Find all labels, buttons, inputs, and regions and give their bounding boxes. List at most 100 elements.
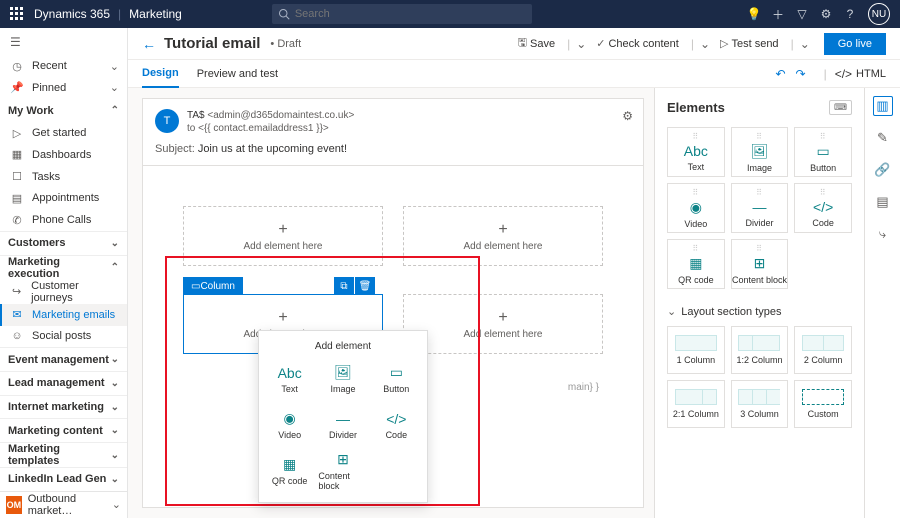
save-button[interactable]: 🖫Save: [518, 34, 555, 53]
test-send-button[interactable]: ▷Test send: [720, 37, 779, 50]
layout-section-title[interactable]: Layout section types: [667, 305, 852, 318]
html-toggle[interactable]: HTML: [856, 68, 886, 80]
layout-custom[interactable]: Custom: [794, 380, 852, 428]
nav-tasks[interactable]: ☐Tasks: [0, 166, 127, 188]
sender-avatar: T: [155, 109, 179, 133]
element-button[interactable]: ⠿▭Button: [794, 127, 852, 177]
undo-button[interactable]: ↶: [775, 67, 785, 81]
nav-recent[interactable]: ◷Recent⌄: [0, 55, 127, 77]
rail-links[interactable]: 🔗: [873, 160, 893, 180]
email-canvas[interactable]: +Add element here +Add element here ▭ Co…: [142, 166, 644, 508]
nav-customer-journeys[interactable]: ↪Customer journeys: [0, 280, 127, 304]
popup-title: Add element: [265, 341, 421, 352]
dropzone[interactable]: +Add element here: [403, 206, 603, 266]
nav-footer[interactable]: OM Outbound market… ⌄: [0, 491, 127, 518]
nav-marketing-emails[interactable]: ✉Marketing emails: [0, 304, 127, 326]
column-copy-button[interactable]: ⧉: [334, 277, 354, 295]
popup-qr[interactable]: ▦QR code: [265, 450, 314, 492]
filter-icon[interactable]: ▽: [790, 7, 814, 21]
test-dropdown[interactable]: ⌄: [800, 37, 810, 51]
dropzone[interactable]: +Add element here: [183, 206, 383, 266]
command-bar: ← Tutorial email • Draft 🖫Save |⌄ ✓Check…: [128, 28, 900, 60]
layout-21col[interactable]: 2:1 Column: [667, 380, 725, 428]
to-field[interactable]: to <{{ contact.emailaddress1 }}>: [187, 122, 354, 135]
rail-styles[interactable]: ✎: [873, 128, 893, 148]
rail-elements[interactable]: ▥: [873, 96, 893, 116]
video-icon: ◉: [690, 199, 702, 216]
layout-12col[interactable]: 1:2 Column: [731, 326, 789, 374]
nav-pinned-label: Pinned: [32, 82, 66, 94]
rail-tree[interactable]: ⤷: [873, 224, 893, 244]
popup-code[interactable]: </>Code: [372, 404, 421, 446]
layout-2col[interactable]: 2 Column: [794, 326, 852, 374]
image-icon: 🖼: [751, 143, 769, 160]
layout-3col[interactable]: 3 Column: [731, 380, 789, 428]
element-qr[interactable]: ⠿▦QR code: [667, 239, 725, 289]
nav-section-lead[interactable]: Lead management⌄: [0, 371, 127, 395]
nav-phone-calls[interactable]: ✆Phone Calls: [0, 209, 127, 231]
popup-divider[interactable]: —Divider: [318, 404, 367, 446]
divider-icon: —: [752, 199, 766, 215]
rail-layers[interactable]: ▤: [873, 192, 893, 212]
nav-section-linkedin[interactable]: LinkedIn Lead Gen⌄: [0, 467, 127, 491]
layout-1col[interactable]: 1 Column: [667, 326, 725, 374]
draft-status: • Draft: [270, 38, 301, 50]
nav-section-customers[interactable]: Customers⌄: [0, 231, 127, 255]
nav-pinned[interactable]: 📌Pinned⌄: [0, 77, 127, 99]
check-dropdown[interactable]: ⌄: [700, 37, 710, 51]
nav-section-mywork[interactable]: My Work⌃: [0, 99, 127, 123]
nav-toggle[interactable]: ☰: [0, 28, 127, 55]
back-button[interactable]: ←: [142, 36, 156, 52]
nav-dashboards[interactable]: ▦Dashboards: [0, 144, 127, 166]
check-content-button[interactable]: ✓Check content: [596, 37, 679, 50]
popup-button[interactable]: ▭Button: [372, 358, 421, 400]
element-divider[interactable]: ⠿—Divider: [731, 183, 789, 233]
tab-bar: Design Preview and test ↶ ↷ | </> HTML: [128, 60, 900, 88]
element-image[interactable]: ⠿🖼Image: [731, 127, 789, 177]
brand-divider: |: [118, 7, 121, 21]
help-icon[interactable]: ?: [838, 7, 862, 21]
column-delete-button[interactable]: 🗑: [355, 277, 375, 295]
redo-button[interactable]: ↷: [796, 67, 806, 81]
page-title: Tutorial email: [164, 35, 260, 52]
nav-footer-badge: OM: [6, 496, 22, 514]
nav-recent-label: Recent: [32, 60, 67, 72]
save-dropdown[interactable]: ⌄: [576, 37, 586, 51]
divider-icon: —: [336, 411, 350, 427]
popup-content-block[interactable]: ⊞Content block: [318, 450, 367, 492]
nav-appointments[interactable]: ▤Appointments: [0, 188, 127, 210]
search-input[interactable]: [295, 8, 495, 20]
brand-name[interactable]: Dynamics 365: [34, 7, 110, 21]
waffle-icon[interactable]: [10, 7, 24, 21]
content-block-icon: ⊞: [754, 255, 766, 272]
keyboard-hint-icon[interactable]: ⌨: [829, 100, 852, 115]
text-icon: Abc: [684, 143, 708, 159]
tab-preview[interactable]: Preview and test: [197, 60, 278, 88]
lightbulb-icon[interactable]: 💡: [742, 7, 766, 21]
nav-section-event[interactable]: Event management⌄: [0, 347, 127, 371]
element-video[interactable]: ⠿◉Video: [667, 183, 725, 233]
subject-text[interactable]: Join us at the upcoming event!: [198, 143, 347, 155]
side-nav: ☰ ◷Recent⌄ 📌Pinned⌄ My Work⌃ ▷Get starte…: [0, 28, 128, 518]
nav-social-posts[interactable]: ☺Social posts: [0, 326, 127, 348]
nav-section-internet[interactable]: Internet marketing⌄: [0, 395, 127, 419]
dropzone[interactable]: +Add element here: [403, 294, 603, 354]
settings-icon[interactable]: ⚙: [814, 7, 838, 21]
nav-section-templates[interactable]: Marketing templates⌄: [0, 442, 127, 467]
tab-design[interactable]: Design: [142, 60, 179, 88]
user-avatar[interactable]: NU: [868, 3, 890, 25]
element-content-block[interactable]: ⠿⊞Content block: [731, 239, 789, 289]
nav-get-started[interactable]: ▷Get started: [0, 122, 127, 144]
nav-section-marketing-exec[interactable]: Marketing execution⌃: [0, 255, 127, 280]
global-search[interactable]: [272, 4, 532, 24]
element-text[interactable]: ⠿AbcText: [667, 127, 725, 177]
html-icon: </>: [835, 67, 852, 81]
add-icon[interactable]: ＋: [766, 6, 790, 23]
popup-text[interactable]: AbcText: [265, 358, 314, 400]
popup-image[interactable]: 🖼Image: [318, 358, 367, 400]
popup-video[interactable]: ◉Video: [265, 404, 314, 446]
nav-section-content[interactable]: Marketing content⌄: [0, 418, 127, 442]
element-code[interactable]: ⠿</>Code: [794, 183, 852, 233]
go-live-button[interactable]: Go live: [824, 33, 886, 55]
header-settings-icon[interactable]: ⚙: [622, 109, 633, 123]
